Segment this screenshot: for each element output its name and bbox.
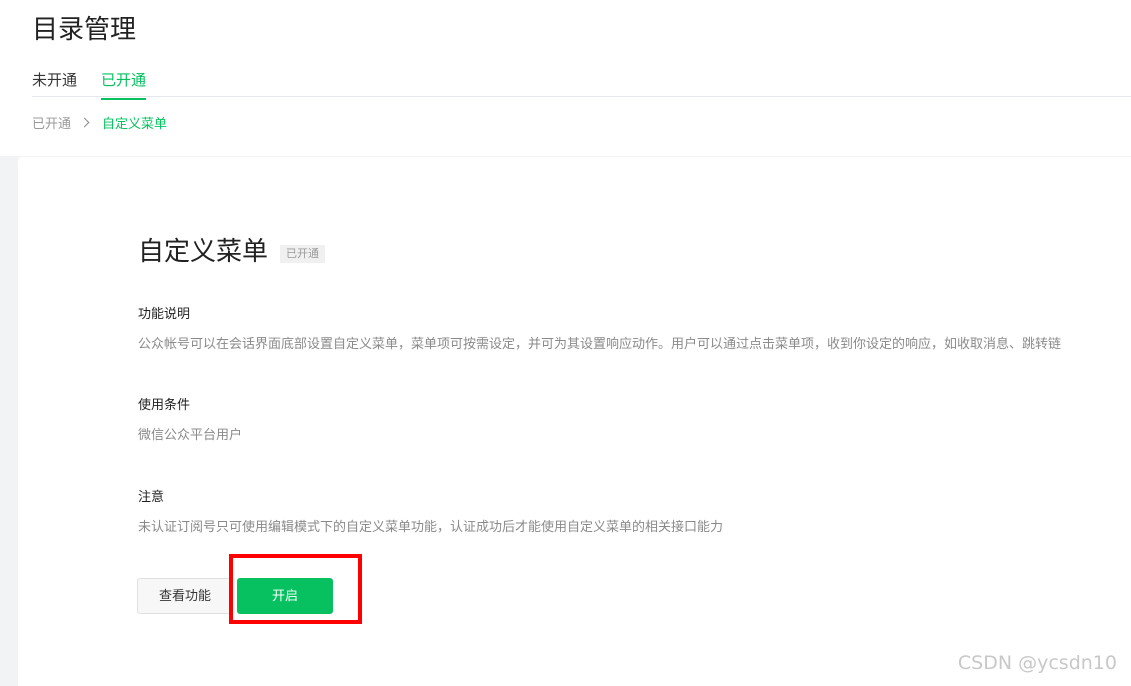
- chevron-right-icon: [79, 117, 90, 127]
- breadcrumb: 已开通 自定义菜单: [32, 112, 167, 132]
- status-badge: 已开通: [280, 245, 326, 263]
- section-description: 功能说明 公众帐号可以在会话界面底部设置自定义菜单，菜单项可按需设定，并可为其设…: [138, 305, 1131, 355]
- tabs-divider: [32, 96, 1131, 97]
- section-body: 微信公众平台用户: [138, 428, 243, 443]
- feature-card: 自定义菜单 已开通 功能说明 公众帐号可以在会话界面底部设置自定义菜单，菜单项可…: [18, 157, 1131, 686]
- section-body: 公众帐号可以在会话界面底部设置自定义菜单，菜单项可按需设定，并可为其设置响应动作…: [138, 337, 1062, 352]
- tab-bar: 未开通 已开通: [32, 66, 170, 100]
- tab-enabled[interactable]: 已开通: [101, 66, 147, 100]
- page-header: 目录管理 未开通 已开通 已开通 自定义菜单: [0, 0, 1131, 156]
- breadcrumb-current: 自定义菜单: [102, 116, 168, 132]
- section-notice: 注意 未认证订阅号只可使用编辑模式下的自定义菜单功能，认证成功后才能使用自定义菜…: [138, 488, 1131, 538]
- breadcrumb-parent-link[interactable]: 已开通: [32, 113, 71, 132]
- section-heading: 注意: [138, 490, 165, 505]
- section-body: 未认证订阅号只可使用编辑模式下的自定义菜单功能，认证成功后才能使用自定义菜单的相…: [138, 520, 724, 535]
- feature-title-row: 自定义菜单 已开通: [138, 235, 326, 269]
- watermark: CSDN @ycsdn10: [957, 652, 1117, 674]
- view-feature-button[interactable]: 查看功能: [137, 578, 233, 614]
- page-title: 目录管理: [32, 15, 137, 45]
- section-conditions: 使用条件 微信公众平台用户: [138, 396, 1131, 446]
- feature-title: 自定义菜单: [138, 237, 269, 267]
- enable-button[interactable]: 开启: [237, 578, 333, 614]
- section-heading: 使用条件: [138, 398, 191, 413]
- section-heading: 功能说明: [138, 307, 191, 322]
- tab-not-enabled[interactable]: 未开通: [32, 66, 77, 97]
